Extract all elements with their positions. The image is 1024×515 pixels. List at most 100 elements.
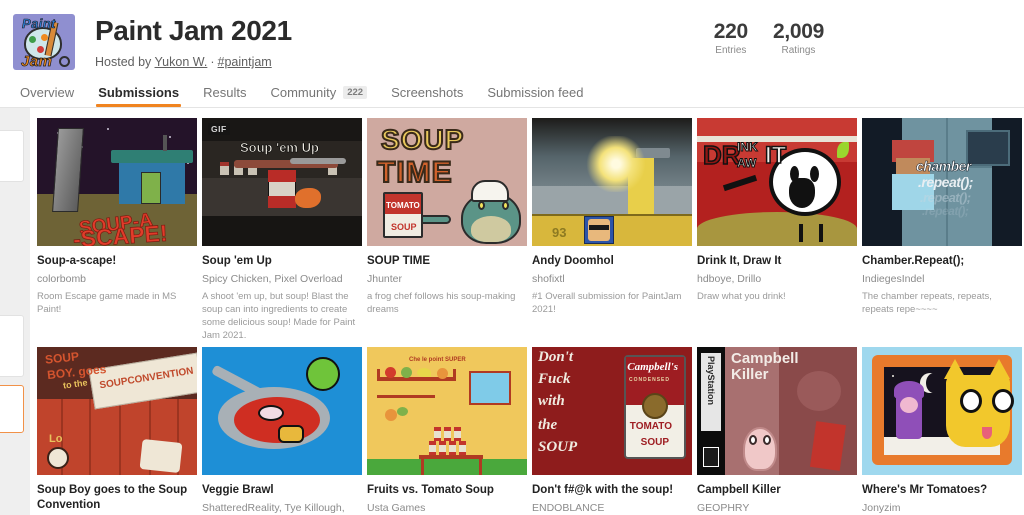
gif-badge: GIF (208, 123, 230, 135)
submission-author[interactable]: colorbomb (37, 273, 197, 287)
thumb-text-soup-boy-3: to the (62, 377, 89, 391)
tab-overview[interactable]: Overview (8, 85, 86, 107)
tab-submission-feed[interactable]: Submission feed (475, 85, 595, 107)
submission-title[interactable]: Chamber.Repeat(); (862, 254, 1022, 269)
tab-screenshots[interactable]: Screenshots (379, 85, 475, 107)
thumbnail-art-soup-a-scape: SOUP-A -SCAPE! (37, 118, 197, 246)
submission-title[interactable]: Veggie Brawl (202, 483, 362, 498)
submission-thumbnail[interactable]: DR INK AW IT (697, 118, 857, 246)
paint-blob-red-icon (37, 46, 44, 53)
stat-entries: 220 Entries (714, 20, 748, 56)
tab-screenshots-label: Screenshots (391, 85, 464, 100)
submission-title[interactable]: Andy Doomhol (532, 254, 692, 269)
submission-card[interactable]: Campbell's CONDENSED TOMATO SOUP Don't F… (532, 347, 692, 515)
submission-thumbnail[interactable] (862, 347, 1022, 476)
logo-word-paint: Paint (22, 16, 56, 32)
thumb-text-it: IT (764, 141, 787, 170)
submission-title[interactable]: Campbell Killer (697, 483, 857, 498)
submission-title[interactable]: Fruits vs. Tomato Soup (367, 483, 527, 498)
paint-jam-logo[interactable]: Paint Jam (13, 14, 75, 70)
submission-thumbnail[interactable] (202, 347, 362, 476)
submission-thumbnail[interactable]: SOUP-A -SCAPE! (37, 118, 197, 246)
community-count-badge: 222 (343, 85, 368, 100)
entries-count: 220 (713, 20, 748, 43)
submission-card[interactable]: Che le point SUPER Fruits vs. Tomato Sou… (367, 347, 527, 515)
thumb-text-tomato-10: TOMATO (629, 421, 672, 433)
hosted-separator: · (210, 55, 215, 70)
submission-card[interactable]: SOUP TIME TOMATO SOUP SOUP TIME Jhunter … (367, 118, 527, 342)
thumb-text-lo: Lo (49, 433, 63, 446)
tab-submissions-label: Submissions (98, 85, 180, 100)
submission-title[interactable]: Where's Mr Tomatoes? (862, 483, 1022, 498)
hashtag-link[interactable]: #paintjam (218, 55, 272, 69)
submission-author[interactable]: hdboye, Drillo (697, 273, 857, 287)
submission-thumbnail[interactable]: Campbell's CONDENSED TOMATO SOUP Don't F… (532, 347, 692, 476)
thumb-text-fuck: Fuck (538, 371, 571, 388)
submission-title[interactable]: Don't f#@k with the soup! (532, 483, 692, 498)
submission-title[interactable]: Soup Boy goes to the Soup Convention (37, 483, 197, 512)
sidebar-panel-partial-2 (0, 315, 24, 377)
submission-author[interactable]: Spicy Chicken, Pixel Overload (202, 273, 362, 287)
thumb-text-campbells: Campbell's (627, 361, 678, 374)
submission-thumbnail[interactable]: GIF Soup 'em Up (202, 118, 362, 246)
thumb-text-with: with (538, 393, 565, 410)
thumb-text-dont: Don't (538, 349, 574, 366)
thumb-text-ink: INK (737, 140, 759, 155)
thumbnail-art-fruits-vs-tomato-soup: Che le point SUPER (367, 347, 527, 476)
host-link[interactable]: Yukon W. (155, 55, 208, 69)
thumb-text-time: TIME (376, 155, 453, 190)
thumb-text-chamber: chamber (916, 158, 972, 175)
submission-title[interactable]: Drink It, Draw It (697, 254, 857, 269)
submission-author[interactable]: ENDOBLANCE (532, 502, 692, 515)
submission-author[interactable]: GEOPHRY (697, 502, 857, 515)
submission-card[interactable]: Where's Mr Tomatoes? Jonyzim A point and… (862, 347, 1022, 515)
jam-header: Paint Jam Paint Jam 2021 Hosted by Yukon… (0, 0, 1024, 79)
thumb-text-soup-script: SOUP (538, 439, 578, 456)
thumbnail-art-drink-it-draw-it: DR INK AW IT (697, 118, 857, 246)
thumb-text-tomato: TOMATO (386, 201, 420, 210)
submission-thumbnail[interactable]: Campbell Killer PlayStation (697, 347, 857, 476)
submission-thumbnail[interactable]: .repeat(); .repeat(); chamber .repeat(); (862, 118, 1022, 246)
submission-title[interactable]: Soup-a-scape! (37, 254, 197, 269)
stat-ratings: 2,009 Ratings (773, 20, 824, 56)
palette-thumbhole-icon (59, 56, 70, 67)
tab-results[interactable]: Results (191, 85, 258, 107)
tab-overview-label: Overview (20, 85, 75, 100)
submission-card[interactable]: GIF Soup 'em Up Soup 'em Up Spicy Chicke… (202, 118, 362, 342)
ratings-label: Ratings (781, 45, 816, 56)
tab-community[interactable]: Community 222 (258, 85, 379, 107)
submission-card[interactable]: SOUPCONVENTION SOUP BOY. goes to the Lo … (37, 347, 197, 515)
submission-title[interactable]: SOUP TIME (367, 254, 527, 269)
submission-thumbnail[interactable]: SOUP TIME TOMATO SOUP (367, 118, 527, 246)
submission-card[interactable]: .repeat(); .repeat(); chamber .repeat();… (862, 118, 1022, 342)
thumb-text-soup-10: SOUP (640, 437, 669, 449)
thumb-text-shop-sign: Che le point SUPER (409, 357, 466, 364)
submission-author[interactable]: shofixtl (532, 273, 692, 287)
submission-thumbnail[interactable]: 93 (532, 118, 692, 246)
submission-card[interactable]: 93 Andy Doomhol shofixtl #1 Overall subm… (532, 118, 692, 342)
thumbnail-art-wheres-mr-tomatoes (862, 347, 1022, 476)
submission-author[interactable]: Usta Games (367, 502, 527, 515)
submission-thumbnail[interactable]: SOUPCONVENTION SOUP BOY. goes to the Lo (37, 347, 197, 476)
submission-thumbnail[interactable]: Che le point SUPER (367, 347, 527, 476)
entries-label: Entries (715, 45, 747, 56)
tab-submissions[interactable]: Submissions (86, 85, 191, 107)
thumb-text-chamber-echo-1: .repeat(); (920, 190, 971, 205)
thumb-text-campbell: Campbell (731, 350, 799, 368)
submission-card[interactable]: SOUP-A -SCAPE! Soup-a-scape! colorbomb R… (37, 118, 197, 342)
thumbnail-art-soup-em-up: Soup 'em Up (202, 118, 362, 246)
submission-description: Draw what you drink! (697, 290, 786, 302)
submission-author[interactable]: Jonyzim (862, 502, 1022, 515)
thumbnail-art-soup-boy: SOUPCONVENTION SOUP BOY. goes to the Lo (37, 347, 197, 476)
submission-card[interactable]: DR INK AW IT Drink It, Draw It hdboye, D… (697, 118, 857, 342)
submission-card[interactable]: Veggie Brawl ShatteredReality, Tye Killo… (202, 347, 362, 515)
submission-title[interactable]: Soup 'em Up (202, 254, 362, 269)
submission-description: #1 Overall submission for PaintJam 2021! (532, 290, 682, 315)
submission-author[interactable]: Jhunter (367, 273, 527, 287)
thumb-text-soup-em-up: Soup 'em Up (240, 140, 320, 156)
submission-card[interactable]: Campbell Killer PlayStation Campbell Kil… (697, 347, 857, 515)
paint-blob-green-icon (29, 36, 36, 43)
submission-author[interactable]: ShatteredReality, Tye Killough, AlboreAr… (202, 502, 362, 515)
submission-author[interactable]: IndiegesIndel (862, 273, 1022, 287)
thumb-text-killer: Killer (731, 365, 769, 383)
